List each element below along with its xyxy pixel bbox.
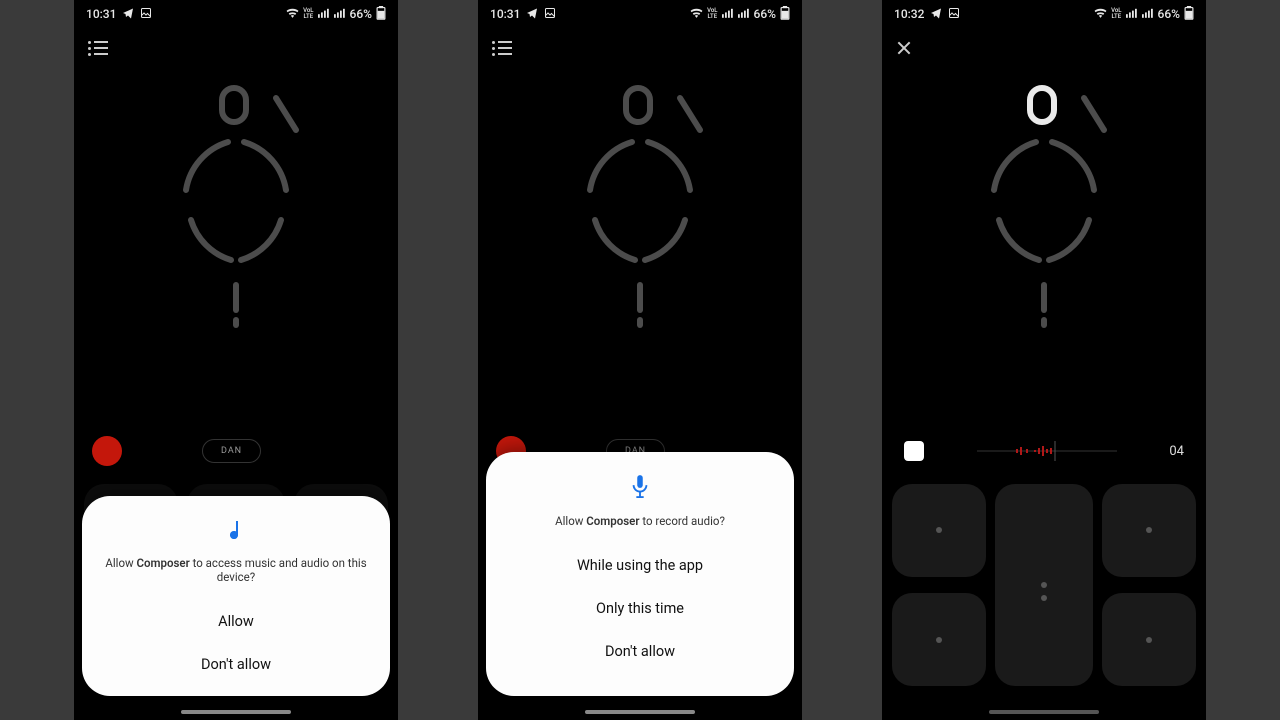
signal-icon-2 bbox=[334, 7, 346, 21]
battery-icon bbox=[1184, 6, 1194, 23]
waveform bbox=[946, 436, 1147, 466]
deny-button[interactable]: Don't allow bbox=[100, 643, 372, 686]
menu-list-icon[interactable] bbox=[88, 41, 108, 55]
time-counter: 04 bbox=[1169, 444, 1184, 459]
telegram-icon bbox=[526, 7, 538, 22]
signal-icon-2 bbox=[1142, 7, 1154, 21]
clock: 10:32 bbox=[894, 7, 924, 21]
allow-while-using-button[interactable]: While using the app bbox=[504, 544, 776, 587]
signal-icon-2 bbox=[738, 7, 750, 21]
record-button[interactable] bbox=[92, 436, 122, 466]
status-bar: 10:31 VoLLTE 66% bbox=[478, 0, 802, 28]
signal-icon bbox=[722, 7, 734, 21]
allow-once-button[interactable]: Only this time bbox=[504, 587, 776, 630]
recording-controls: 04 bbox=[882, 428, 1206, 474]
volte-icon: VoLLTE bbox=[303, 8, 313, 20]
screenshot-3: 10:32 VoLLTE 66% bbox=[882, 0, 1206, 720]
app-bar bbox=[882, 30, 1206, 66]
stop-button[interactable] bbox=[904, 441, 924, 461]
music-note-icon bbox=[224, 518, 248, 546]
battery-percent: 66% bbox=[350, 7, 372, 21]
permission-message: Allow Composer to record audio? bbox=[504, 514, 776, 528]
wifi-icon bbox=[1094, 7, 1107, 21]
tile-2[interactable] bbox=[995, 484, 1092, 686]
volte-icon: VoLLTE bbox=[707, 8, 717, 20]
status-bar: 10:32 VoLLTE 66% bbox=[882, 0, 1206, 28]
wifi-icon bbox=[286, 7, 299, 21]
close-icon[interactable] bbox=[896, 40, 912, 56]
tile-grid bbox=[882, 478, 1206, 720]
image-icon bbox=[140, 7, 152, 22]
deny-button[interactable]: Don't allow bbox=[504, 630, 776, 673]
clock: 10:31 bbox=[86, 7, 116, 21]
tile-4[interactable] bbox=[892, 593, 986, 686]
app-bar bbox=[478, 30, 802, 66]
nav-indicator[interactable] bbox=[989, 710, 1099, 714]
preset-pill[interactable]: DAN bbox=[202, 439, 261, 463]
glyph-canvas bbox=[882, 70, 1206, 350]
tile-5[interactable] bbox=[1102, 593, 1196, 686]
microphone-icon bbox=[629, 474, 651, 504]
tile-3[interactable] bbox=[1102, 484, 1196, 577]
screenshot-2: 10:31 VoLLTE 66% bbox=[478, 0, 802, 720]
permission-dialog-media: Allow Composer to access music and audio… bbox=[82, 496, 390, 696]
clock: 10:31 bbox=[490, 7, 520, 21]
image-icon bbox=[544, 7, 556, 22]
image-icon bbox=[948, 7, 960, 22]
wifi-icon bbox=[690, 7, 703, 21]
telegram-icon bbox=[122, 7, 134, 22]
allow-button[interactable]: Allow bbox=[100, 600, 372, 643]
controls-row: DAN bbox=[74, 428, 398, 474]
status-bar: 10:31 VoLLTE 66% bbox=[74, 0, 398, 28]
signal-icon bbox=[318, 7, 330, 21]
signal-icon bbox=[1126, 7, 1138, 21]
tile-1[interactable] bbox=[892, 484, 986, 577]
battery-icon bbox=[780, 6, 790, 23]
app-bar bbox=[74, 30, 398, 66]
volte-icon: VoLLTE bbox=[1111, 8, 1121, 20]
nav-indicator[interactable] bbox=[585, 710, 695, 714]
battery-icon bbox=[376, 6, 386, 23]
permission-message: Allow Composer to access music and audio… bbox=[100, 556, 372, 584]
battery-percent: 66% bbox=[1158, 7, 1180, 21]
telegram-icon bbox=[930, 7, 942, 22]
nav-indicator[interactable] bbox=[181, 710, 291, 714]
screenshot-1: 10:31 VoLLTE 66% bbox=[74, 0, 398, 720]
battery-percent: 66% bbox=[754, 7, 776, 21]
menu-list-icon[interactable] bbox=[492, 41, 512, 55]
permission-dialog-mic: Allow Composer to record audio? While us… bbox=[486, 452, 794, 696]
glyph-canvas bbox=[74, 70, 398, 350]
glyph-canvas bbox=[478, 70, 802, 350]
